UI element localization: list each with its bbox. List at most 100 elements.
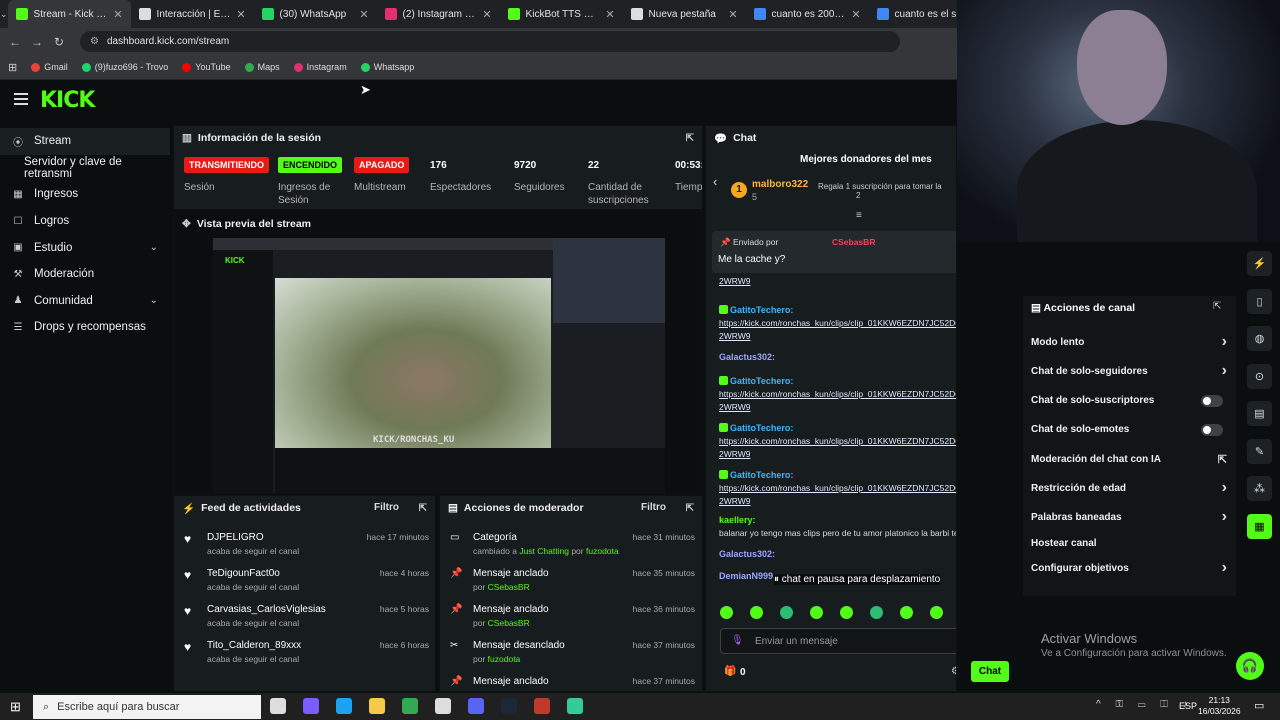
bookmark-item[interactable]: Instagram bbox=[293, 62, 347, 72]
bookmark-item[interactable]: (9)fuzo696 - Trovo bbox=[81, 62, 168, 72]
task-view-icon[interactable] bbox=[270, 698, 286, 714]
emote-icon[interactable] bbox=[720, 606, 733, 619]
browser-tab[interactable]: (30) WhatsApp ✕ bbox=[254, 0, 377, 28]
feed-popout-icon[interactable]: ⇱ bbox=[419, 503, 427, 514]
channel-action-item[interactable]: Hostear canal bbox=[1031, 538, 1231, 552]
chat-username[interactable]: GatitoTechero: bbox=[730, 305, 793, 315]
chat-username[interactable]: GatitoTechero: bbox=[730, 376, 793, 386]
emote-icon[interactable] bbox=[840, 606, 853, 619]
chat-message[interactable]: Galactus302: bbox=[719, 548, 956, 561]
channel-action-item[interactable]: Palabras baneadas › bbox=[1031, 508, 1231, 526]
channel-action-item[interactable]: Configurar objetivos › bbox=[1031, 559, 1231, 577]
edge-icon[interactable] bbox=[336, 698, 352, 714]
support-icon[interactable]: 🎧 bbox=[1236, 652, 1264, 680]
channel-action-item[interactable]: Moderación del chat con IA ⇱ bbox=[1031, 454, 1231, 468]
browser-tab[interactable]: (2) Instagram • Mens ✕ bbox=[377, 0, 500, 28]
tab-close-icon[interactable]: ✕ bbox=[851, 8, 860, 21]
users-icon[interactable]: ⁂ bbox=[1247, 476, 1272, 501]
chat-message[interactable]: GatitoTechero: https://kick.com/ronchas_k… bbox=[719, 304, 956, 343]
chat-username[interactable]: GatitoTechero: bbox=[730, 423, 793, 433]
sidebar-item[interactable]: ☰ Drops y recompensas bbox=[0, 314, 170, 341]
modact-filter-button[interactable]: Filtro bbox=[641, 502, 666, 513]
browser-tab[interactable]: Nueva pestaña ✕ bbox=[623, 0, 746, 28]
chat-link[interactable]: https://kick.com/ronchas_kun/clips/clip_… bbox=[719, 317, 956, 343]
chat-message[interactable]: GatitoTechero: https://kick.com/ronchas_k… bbox=[719, 375, 956, 414]
send-chat-button[interactable]: Chat bbox=[971, 661, 1009, 682]
discord-icon[interactable] bbox=[468, 698, 484, 714]
sidebar-item[interactable]: Servidor y clave de retransmi bbox=[0, 155, 170, 182]
chat-username[interactable]: Galactus302: bbox=[719, 549, 775, 559]
browser-tab[interactable]: cuanto es 200 dolare ✕ bbox=[746, 0, 869, 28]
chat-bubble-icon[interactable]: ◍ bbox=[1247, 326, 1272, 351]
feed-item[interactable]: ♥ Tito_Calderon_89xxx acaba de seguir el c… bbox=[182, 640, 429, 670]
chrome-icon[interactable] bbox=[402, 698, 418, 714]
taskbar-search[interactable]: ⌕ Escribe aquí para buscar bbox=[33, 695, 261, 719]
steam-icon[interactable] bbox=[501, 698, 517, 714]
feed-filter-button[interactable]: Filtro bbox=[374, 502, 399, 513]
kick-logo[interactable]: KICK bbox=[40, 88, 95, 113]
browser-tab[interactable]: Interacción | El mejor ✕ bbox=[131, 0, 254, 28]
broadcast-icon[interactable]: ⊙ bbox=[1247, 363, 1272, 389]
chat-paused-banner[interactable]: ⏸ chat en pausa para desplazamiento bbox=[774, 574, 941, 585]
points-icon[interactable]: 🎁 bbox=[724, 666, 736, 677]
tab-search-icon[interactable]: ⌄ bbox=[0, 9, 8, 20]
windows-start-icon[interactable]: ⊞ bbox=[10, 699, 21, 715]
chat-message[interactable]: kaellery: balanar yo tengo mas clips pero… bbox=[719, 514, 956, 540]
chat-link[interactable]: https://kick.com/ronchas_kun/clips/clip_… bbox=[719, 388, 956, 414]
file-explorer-icon[interactable] bbox=[369, 698, 385, 714]
obs-icon[interactable] bbox=[435, 698, 451, 714]
emote-icon[interactable] bbox=[900, 606, 913, 619]
bookmark-item[interactable]: Maps bbox=[244, 62, 280, 72]
emote-icon[interactable] bbox=[780, 606, 793, 619]
chat-message[interactable]: GatitoTechero: https://kick.com/ronchas_k… bbox=[719, 422, 956, 461]
pinned-message[interactable]: 📌 Enviado por CSebasBR Me la cache y? ⌄ bbox=[712, 231, 956, 273]
modact-popout-icon[interactable]: ⇱ bbox=[686, 503, 694, 514]
mod-action-item[interactable]: ✂ Mensaje desanclado por fuzodota hace 37 … bbox=[448, 640, 695, 670]
sidebar-item[interactable]: ♟ Comunidad ⌄ bbox=[0, 288, 170, 315]
emote-icon[interactable] bbox=[750, 606, 763, 619]
feed-item[interactable]: ♥ TeDigounFact0o acaba de seguir el canal h… bbox=[182, 568, 429, 598]
feed-item[interactable]: ♥ Carvasias_CarlosViglesias acaba de segui… bbox=[182, 604, 429, 634]
sidebar-item[interactable]: ▣ Estudio ⌄ bbox=[0, 234, 170, 261]
reload-icon[interactable]: ↻ bbox=[48, 35, 70, 49]
url-field[interactable]: ⚙ dashboard.kick.com/stream bbox=[80, 31, 900, 52]
popout-icon[interactable]: ⇱ bbox=[686, 133, 694, 144]
mod-action-item[interactable]: 📌 Mensaje anclado por CSebasBR hace 35 min… bbox=[448, 568, 695, 598]
stream-preview-video[interactable]: KICK KICK/RONCHAS_KU bbox=[213, 238, 665, 493]
apps-grid-icon[interactable]: ⊞ bbox=[8, 61, 17, 74]
bolt-icon[interactable]: ⚡ bbox=[1247, 251, 1272, 276]
channel-action-item[interactable]: Chat de solo-emotes bbox=[1031, 424, 1231, 438]
mod-action-item[interactable]: ▭ Categoría cambiado a Just Chatting por f… bbox=[448, 532, 695, 562]
sidebar-item[interactable]: ☐ Logros bbox=[0, 208, 170, 235]
channel-action-item[interactable]: Chat de solo-suscriptores bbox=[1031, 395, 1231, 409]
chat-link[interactable]: 2WRW9 bbox=[719, 275, 956, 288]
donor-name[interactable]: malboro322 bbox=[752, 179, 808, 190]
chat-message[interactable]: GatitoTechero: https://kick.com/ronchas_k… bbox=[719, 469, 956, 508]
chat-settings-icon[interactable]: ⚙ bbox=[951, 666, 956, 677]
dota-icon[interactable] bbox=[534, 698, 550, 714]
donors-prev-icon[interactable]: ‹ bbox=[713, 174, 717, 189]
channel-action-item[interactable]: Modo lento › bbox=[1031, 333, 1231, 351]
emote-icon[interactable] bbox=[930, 606, 943, 619]
back-icon[interactable]: ← bbox=[4, 35, 26, 49]
chat-username[interactable]: GatitoTechero: bbox=[730, 470, 793, 480]
sidebar-item[interactable]: ▦ Ingresos bbox=[0, 181, 170, 208]
chat-username[interactable]: kaellery: bbox=[719, 515, 756, 525]
mic-icon[interactable]: 🎙 bbox=[731, 635, 744, 646]
toggle-switch[interactable] bbox=[1201, 424, 1223, 436]
tab-close-icon[interactable]: ✕ bbox=[605, 8, 614, 21]
tab-close-icon[interactable]: ✕ bbox=[113, 8, 122, 21]
app-icon[interactable] bbox=[567, 698, 583, 714]
document-icon[interactable]: ▯ bbox=[1247, 288, 1272, 314]
site-info-icon[interactable]: ⚙ bbox=[90, 36, 99, 47]
tab-close-icon[interactable]: ✕ bbox=[359, 8, 368, 21]
browser-tab[interactable]: Stream - Kick Dashbo ✕ bbox=[7, 0, 131, 28]
channel-action-item[interactable]: Chat de solo-seguidores › bbox=[1031, 362, 1231, 380]
chat-input[interactable]: 🎙 Enviar un mensaje ☺ bbox=[720, 628, 956, 654]
tab-close-icon[interactable]: ✕ bbox=[482, 8, 491, 21]
chat-username[interactable]: DemianN999 bbox=[719, 571, 773, 581]
tab-close-icon[interactable]: ✕ bbox=[236, 8, 245, 21]
emote-icon[interactable] bbox=[870, 606, 883, 619]
taskbar-clock[interactable]: 21:13 16/03/2026 bbox=[1198, 695, 1241, 717]
chat-message[interactable]: Galactus302: bbox=[719, 351, 956, 364]
